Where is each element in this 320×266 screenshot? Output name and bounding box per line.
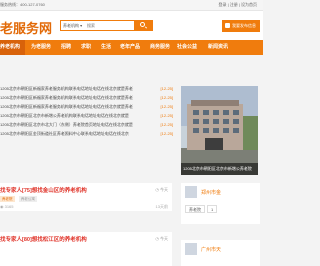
listing-title[interactable]: 找专家人[75]想找金山区的养老机构 — [0, 186, 87, 194]
header: 老服务网 养老机构 ▾ 我要发布信息 — [0, 11, 263, 40]
side-thumbnail — [185, 186, 197, 198]
side-listing[interactable]: 郑州市金 养老院 1 — [181, 183, 260, 224]
news-date: [12-25] — [160, 86, 173, 91]
search-box: 养老机构 ▾ — [60, 20, 153, 31]
news-item[interactable]: 1205北京市朝阳区金顶街道社区养老照料中心联系电话地址电话在线北京 [12-25… — [0, 129, 176, 138]
listing-time: ◷ 今天 — [155, 236, 168, 241]
nav-item-job-seek[interactable]: 求职 — [81, 40, 91, 55]
site-logo[interactable]: 老服务网 — [0, 18, 52, 37]
nav-item-life[interactable]: 生活 — [101, 40, 111, 55]
featured-photo[interactable]: 1205北京市朝阳区北京市新增公养老院 — [181, 86, 258, 175]
news-item[interactable]: 1205北京市朝阳区新福家养老服务机构联系电话地址电话在线北京就是养老 [12-2… — [0, 102, 176, 111]
news-title: 1205北京市朝阳区金顶街道社区养老照料中心联系电话地址电话在线北京 — [0, 131, 129, 136]
nav-item-products[interactable]: 老年产品 — [120, 40, 140, 55]
side-listing-name[interactable]: 广州市天 — [201, 246, 221, 253]
news-title: 1205北京市朝阳区新福家养老服务机构联系电话地址电话在线北京就是养老 — [0, 86, 133, 91]
news-item[interactable]: 1205北京市朝阳区北京市新增公养老机构联系电话地址电话在线北京就是 [12-25… — [0, 111, 176, 120]
listing-tags: 养老院 养老公寓 — [0, 196, 40, 202]
listing-title[interactable]: 找专家人[80]想找松江区的养老机构 — [0, 235, 87, 243]
publish-button[interactable]: 我要发布信息 — [222, 20, 260, 32]
side-thumbnail — [185, 243, 197, 255]
top-links[interactable]: 登录 | 注册 | 设为首页 — [218, 2, 257, 8]
nav-item-elder-care[interactable]: 养老机构 — [0, 40, 25, 55]
edit-icon — [225, 23, 230, 28]
side-tag[interactable]: 1 — [207, 205, 218, 213]
news-date: [12-25] — [160, 104, 173, 109]
search-category-select[interactable]: 养老机构 ▾ — [63, 23, 82, 29]
hotline-text: 服务热线：400-127-0760 — [0, 2, 45, 7]
view-count: ◉ 3165 — [0, 204, 14, 209]
listing-time: ◷ 今天 — [155, 187, 168, 192]
top-bar: 服务热线：400-127-0760 登录 | 注册 | 设为首页 — [0, 0, 263, 11]
news-item[interactable]: 1205北京市朝阳区新福家养老服务机构联系电话地址电话在线北京就是养老 [12-2… — [0, 84, 176, 93]
news-item[interactable]: 1205北京市朝阳区北京市北大门（东侧）养老院首页地址电话在线北京就是 [12-2… — [0, 120, 176, 129]
tag-badge: 养老院 — [0, 196, 15, 202]
side-listing[interactable]: 广州市天 — [181, 240, 260, 266]
nav-item-business[interactable]: 商务服务 — [150, 40, 170, 55]
nav-item-elder-service[interactable]: 为老服务 — [31, 40, 51, 55]
search-input[interactable] — [87, 22, 127, 29]
main-nav: 养老机构 为老服务 招聘 求职 生活 老年产品 商务服务 社会公益 新闻资讯 — [0, 40, 263, 55]
nav-item-news[interactable]: 新闻资讯 — [208, 40, 228, 55]
news-title: 1205北京市朝阳区北京市新增公养老机构联系电话地址电话在线北京就是 — [0, 113, 129, 118]
listing-card[interactable]: 找专家人[80]想找松江区的养老机构 ◷ 今天 — [0, 232, 172, 266]
tag-badge: 养老公寓 — [18, 196, 37, 202]
news-item[interactable]: 1205北京市朝阳区新福家养老服务机构联系电话地址电话在线北京就是养老 [12-2… — [0, 93, 176, 102]
search-icon — [140, 22, 145, 27]
side-listing-name[interactable]: 郑州市金 — [201, 189, 221, 196]
publish-label: 我要发布信息 — [232, 23, 256, 28]
search-button[interactable] — [134, 20, 153, 31]
news-date: [12-25] — [160, 113, 173, 118]
building-photo — [181, 86, 258, 175]
nav-item-charity[interactable]: 社会公益 — [177, 40, 197, 55]
listing-card[interactable]: 找专家人[75]想找金山区的养老机构 ◷ 今天 养老院 养老公寓 ◉ 3165 … — [0, 183, 172, 211]
news-title: 1205北京市朝阳区北京市北大门（东侧）养老院首页地址电话在线北京就是 — [0, 122, 133, 127]
nav-item-recruit[interactable]: 招聘 — [61, 40, 71, 55]
news-date: [12-25] — [160, 95, 173, 100]
news-date: [12-25] — [160, 122, 173, 127]
news-title: 1205北京市朝阳区新福家养老服务机构联系电话地址电话在线北京就是养老 — [0, 104, 133, 109]
side-tag[interactable]: 养老院 — [185, 205, 205, 213]
news-list: 1205北京市朝阳区新福家养老服务机构联系电话地址电话在线北京就是养老 [12-2… — [0, 84, 176, 138]
news-title: 1205北京市朝阳区新福家养老服务机构联系电话地址电话在线北京就是养老 — [0, 95, 133, 100]
listing-meta: 13天前 — [155, 204, 168, 209]
photo-caption: 1205北京市朝阳区北京市新增公养老院 — [181, 163, 258, 175]
news-date: [12-25] — [160, 131, 173, 136]
